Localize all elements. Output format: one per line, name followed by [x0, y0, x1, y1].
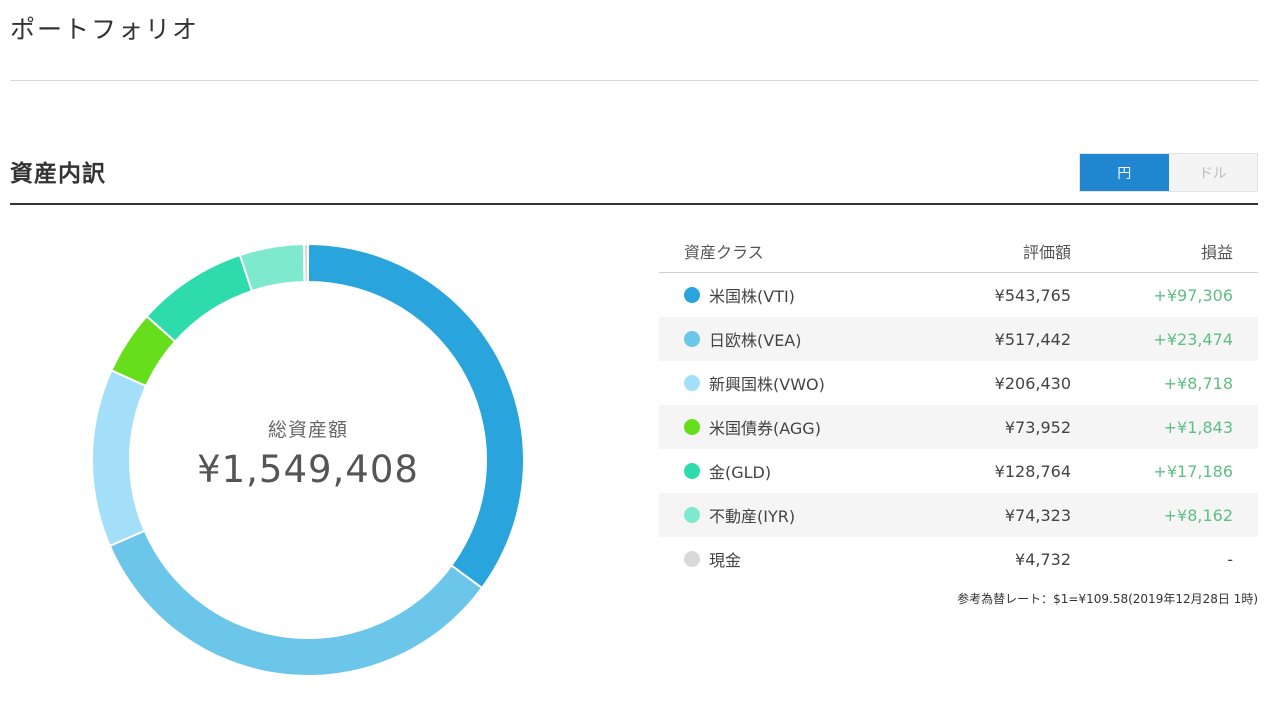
asset-value: ¥73,952	[1004, 417, 1071, 437]
asset-name-cell: 新興国株(VWO)	[659, 371, 959, 395]
asset-gain: +¥1,843	[1163, 417, 1233, 437]
asset-name-cell: 米国株(VTI)	[659, 283, 959, 307]
asset-value: ¥128,764	[994, 461, 1071, 481]
section-divider	[10, 203, 1258, 205]
table-row: 新興国株(VWO) ¥206,430 +¥8,718	[659, 361, 1258, 405]
total-assets-value: ¥1,549,408	[197, 448, 419, 491]
total-assets-label: 総資産額	[267, 419, 348, 441]
header-gain: 損益	[1200, 242, 1233, 262]
title-divider	[10, 80, 1258, 81]
asset-name-cell: 不動産(IYR)	[659, 503, 959, 527]
section-title: 資産内訳	[10, 161, 106, 187]
table-body: 米国株(VTI) ¥543,765 +¥97,306 日欧株(VEA) ¥517,442…	[659, 273, 1258, 581]
exchange-rate-note: 参考為替レート：$1=¥109.58(2019年12月28日 1時)	[957, 592, 1258, 606]
asset-gain: +¥17,186	[1153, 461, 1233, 481]
asset-name-cell: 日欧株(VEA)	[659, 327, 959, 351]
legend-dot-icon	[684, 287, 700, 303]
table-row: 米国株(VTI) ¥543,765 +¥97,306	[659, 273, 1258, 317]
asset-value: ¥517,442	[994, 329, 1071, 349]
asset-name: 日欧株(VEA)	[709, 331, 802, 350]
table-row: 現金 ¥4,732 -	[659, 537, 1258, 581]
asset-gain: +¥8,162	[1163, 505, 1233, 525]
page-title: ポートフォリオ	[10, 15, 200, 44]
header-asset-class: 資産クラス	[684, 242, 764, 262]
asset-value: ¥4,732	[1015, 549, 1071, 569]
donut-slice	[238, 243, 306, 293]
header-value: 評価額	[1022, 242, 1071, 262]
asset-value: ¥206,430	[994, 373, 1071, 393]
table-row: 金(GLD) ¥128,764 +¥17,186	[659, 449, 1258, 493]
legend-dot-icon	[684, 551, 700, 567]
donut-center: 総資産額 ¥1,549,408	[80, 415, 536, 491]
asset-value: ¥74,323	[1004, 505, 1071, 525]
table-header: 資産クラス 評価額 損益	[659, 229, 1258, 273]
legend-dot-icon	[684, 419, 700, 435]
donut-slice	[302, 242, 309, 284]
currency-yen-button[interactable]: 円	[1080, 154, 1169, 191]
legend-dot-icon	[684, 375, 700, 391]
asset-gain: +¥8,718	[1163, 373, 1233, 393]
asset-gain: -	[1227, 549, 1233, 569]
table-row: 不動産(IYR) ¥74,323 +¥8,162	[659, 493, 1258, 537]
asset-name: 金(GLD)	[709, 463, 772, 482]
currency-usd-button[interactable]: ドル	[1168, 154, 1257, 191]
asset-name-cell: 現金	[659, 547, 959, 571]
asset-name: 米国株(VTI)	[709, 287, 795, 306]
table-row: 米国債券(AGG) ¥73,952 +¥1,843	[659, 405, 1258, 449]
donut-slice	[108, 529, 484, 677]
currency-toggle: 円 ドル	[1079, 153, 1258, 192]
legend-dot-icon	[684, 507, 700, 523]
holdings-table: 資産クラス 評価額 損益 米国株(VTI) ¥543,765 +¥97,306 日欧株…	[659, 229, 1258, 581]
asset-name: 不動産(IYR)	[709, 507, 796, 526]
asset-name: 新興国株(VWO)	[709, 375, 825, 394]
asset-name: 米国債券(AGG)	[709, 419, 821, 438]
asset-gain: +¥97,306	[1153, 285, 1233, 305]
donut-slice	[145, 253, 254, 343]
asset-name: 現金	[709, 551, 742, 570]
asset-name-cell: 米国債券(AGG)	[659, 415, 959, 439]
asset-gain: +¥23,474	[1153, 329, 1233, 349]
asset-value: ¥543,765	[994, 285, 1071, 305]
legend-dot-icon	[684, 331, 700, 347]
asset-name-cell: 金(GLD)	[659, 459, 959, 483]
legend-dot-icon	[684, 463, 700, 479]
table-row: 日欧株(VEA) ¥517,442 +¥23,474	[659, 317, 1258, 361]
